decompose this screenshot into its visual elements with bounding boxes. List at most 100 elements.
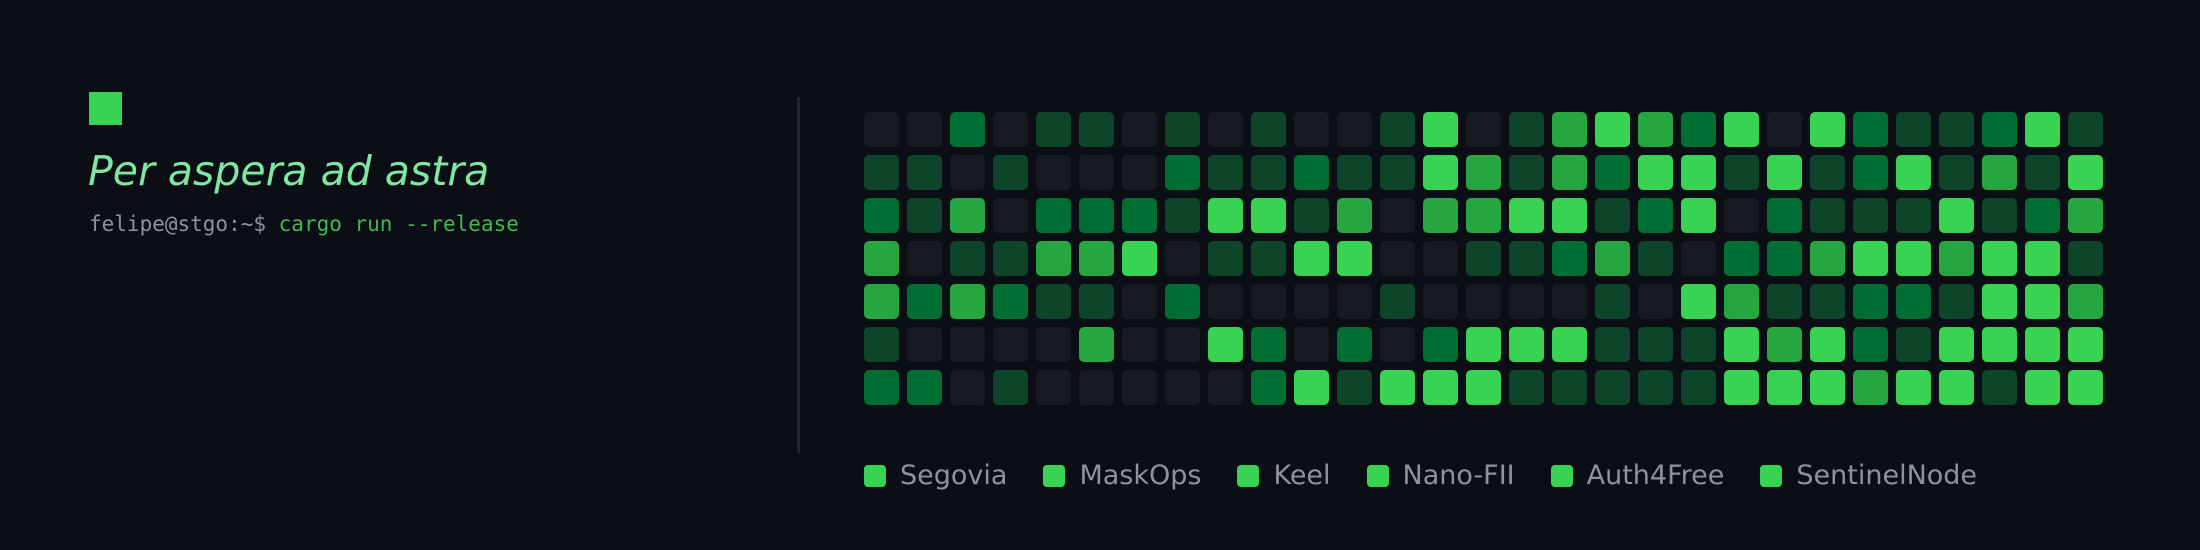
contribution-cell — [950, 370, 985, 405]
contribution-cell — [1423, 284, 1458, 319]
contribution-cell — [1380, 198, 1415, 233]
legend-label: Nano-FII — [1402, 460, 1515, 491]
contribution-cell — [2068, 198, 2103, 233]
contribution-cell — [864, 155, 899, 190]
contribution-cell — [1122, 241, 1157, 276]
contribution-cell — [1638, 198, 1673, 233]
contribution-cell — [1896, 112, 1931, 147]
contribution-cell — [993, 112, 1028, 147]
contribution-cell — [1337, 370, 1372, 405]
contribution-cell — [1036, 241, 1071, 276]
contribution-cell — [1982, 112, 2017, 147]
contribution-cell — [2068, 241, 2103, 276]
contribution-cell — [1466, 155, 1501, 190]
contribution-cell — [1122, 155, 1157, 190]
legend-label: Segovia — [900, 460, 1008, 491]
contribution-cell — [1079, 112, 1114, 147]
contribution-cell — [1853, 241, 1888, 276]
contribution-cell — [1724, 327, 1759, 362]
contribution-cell — [864, 284, 899, 319]
contribution-cell — [1767, 155, 1802, 190]
contribution-cell — [1552, 370, 1587, 405]
terminal-prompt: felipe@stgo:~$ — [89, 212, 279, 236]
contribution-cell — [1380, 284, 1415, 319]
project-legend: Segovia MaskOps Keel Nano-FII Auth4Free Senti… — [864, 458, 2013, 494]
contribution-cell — [2068, 284, 2103, 319]
contribution-cell — [1380, 155, 1415, 190]
contribution-cell — [1939, 327, 1974, 362]
contribution-cell — [1337, 155, 1372, 190]
contribution-cell — [950, 155, 985, 190]
legend-item: Nano-FII — [1366, 458, 1515, 494]
contribution-cell — [1681, 241, 1716, 276]
contribution-cell — [1337, 198, 1372, 233]
contribution-cell — [907, 370, 942, 405]
contribution-cell — [1208, 370, 1243, 405]
contribution-cell — [1423, 155, 1458, 190]
contribution-cell — [1251, 112, 1286, 147]
contribution-cell — [1509, 241, 1544, 276]
contribution-cell — [1595, 112, 1630, 147]
contribution-cell — [1853, 327, 1888, 362]
contribution-cell — [1509, 155, 1544, 190]
contribution-cell — [993, 198, 1028, 233]
legend-item: MaskOps — [1043, 458, 1201, 494]
contribution-cell — [1896, 155, 1931, 190]
contribution-cell — [1810, 112, 1845, 147]
contribution-cell — [1638, 241, 1673, 276]
contribution-cell — [2025, 198, 2060, 233]
contribution-cell — [950, 327, 985, 362]
contribution-cell — [1251, 198, 1286, 233]
contribution-cell — [1724, 198, 1759, 233]
terminal-prompt-line: felipe@stgo:~$ cargo run --release — [89, 211, 519, 237]
contribution-cell — [1982, 370, 2017, 405]
contribution-cell — [1294, 284, 1329, 319]
contribution-cell — [1036, 284, 1071, 319]
legend-item: Auth4Free — [1550, 458, 1725, 494]
contribution-cell — [1079, 284, 1114, 319]
contribution-cell — [1251, 241, 1286, 276]
contribution-cell — [1767, 241, 1802, 276]
contribution-cell — [1853, 370, 1888, 405]
contribution-cell — [1165, 327, 1200, 362]
contribution-cell — [2025, 370, 2060, 405]
contribution-cell — [1810, 327, 1845, 362]
contribution-cell — [1982, 241, 2017, 276]
contribution-cell — [1251, 284, 1286, 319]
legend-item: SentinelNode — [1760, 458, 1977, 494]
contribution-cell — [1208, 241, 1243, 276]
contribution-cell — [1896, 370, 1931, 405]
contribution-cell — [1165, 284, 1200, 319]
contribution-cell — [1595, 155, 1630, 190]
contribution-cell — [1810, 155, 1845, 190]
contribution-cell — [1380, 327, 1415, 362]
contribution-cell — [1466, 370, 1501, 405]
contribution-cell — [1896, 241, 1931, 276]
contribution-cell — [2068, 112, 2103, 147]
contribution-cell — [1939, 284, 1974, 319]
contribution-cell — [1552, 112, 1587, 147]
legend-label: Auth4Free — [1586, 460, 1725, 491]
contribution-cell — [1767, 284, 1802, 319]
contribution-cell — [1939, 112, 1974, 147]
contribution-cell — [1595, 198, 1630, 233]
contribution-cell — [993, 327, 1028, 362]
legend-label: Keel — [1273, 460, 1331, 491]
contribution-cell — [1767, 198, 1802, 233]
vertical-divider — [797, 97, 800, 453]
contribution-cell — [1165, 198, 1200, 233]
contribution-cell — [1681, 155, 1716, 190]
contribution-cell — [1423, 241, 1458, 276]
contribution-cell — [1939, 198, 1974, 233]
legend-label: MaskOps — [1079, 460, 1202, 491]
contribution-cell — [864, 370, 899, 405]
contribution-cell — [1466, 241, 1501, 276]
contribution-cell — [1208, 327, 1243, 362]
contribution-cell — [1294, 241, 1329, 276]
contribution-cell — [1079, 370, 1114, 405]
contribution-cell — [1595, 284, 1630, 319]
contribution-cell — [1681, 112, 1716, 147]
contribution-cell — [1767, 370, 1802, 405]
contribution-cell — [1810, 370, 1845, 405]
terminal-command: cargo run --release — [278, 212, 519, 236]
